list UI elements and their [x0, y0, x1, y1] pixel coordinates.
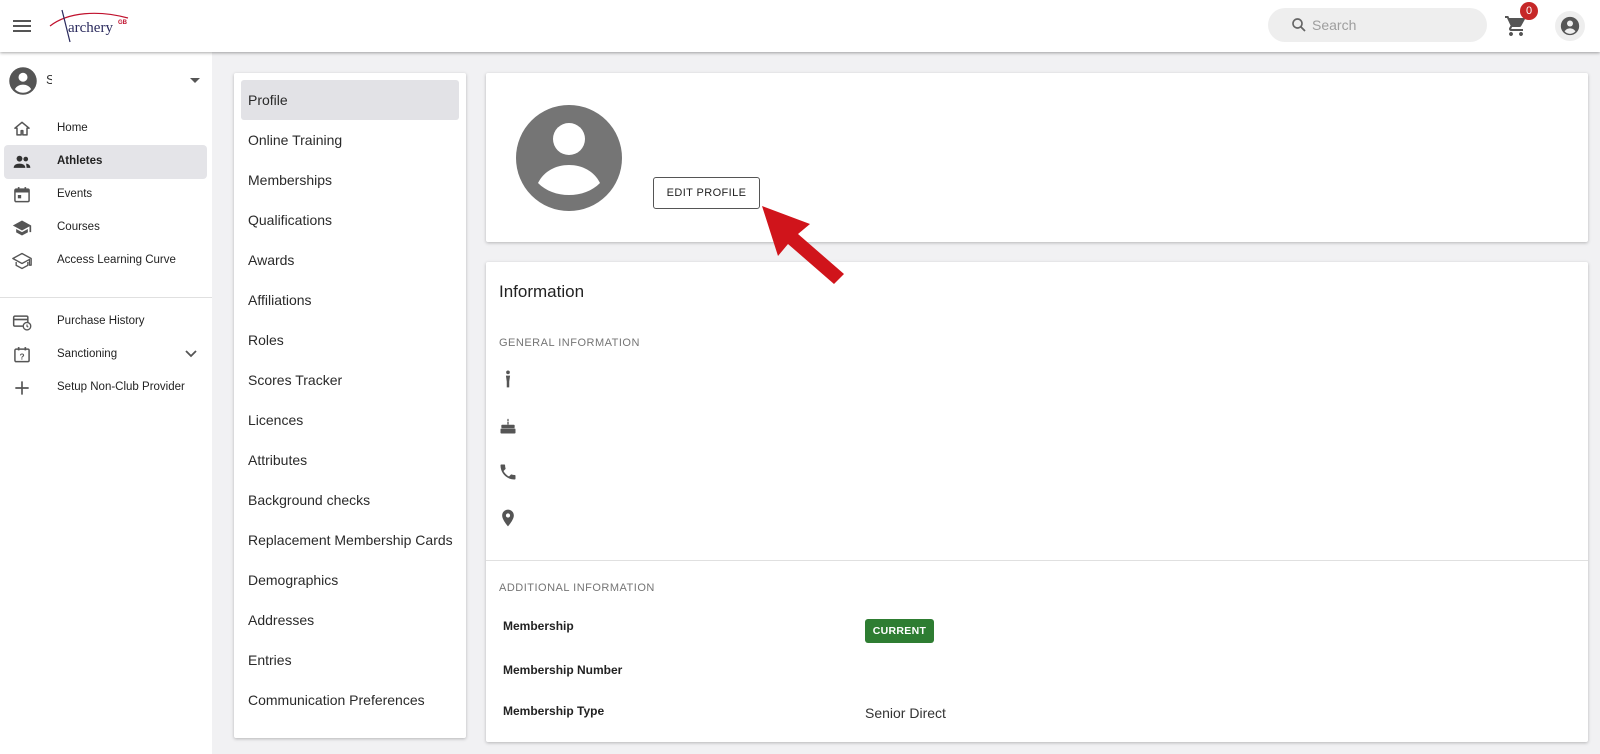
svg-text:?: ?	[19, 352, 24, 362]
section-divider	[486, 560, 1588, 561]
membership-label: Membership	[503, 619, 574, 633]
menu-item-label: Attributes	[248, 452, 308, 468]
profile-card: EDIT PROFILE	[486, 73, 1588, 242]
school-outline-icon	[12, 252, 32, 270]
nav-item-label: Courses	[57, 221, 100, 233]
purchase-history-icon	[12, 315, 32, 331]
home-icon	[14, 121, 30, 136]
menu-item-background-checks[interactable]: Background checks	[241, 480, 459, 520]
menu-item-label: Online Training	[248, 132, 343, 148]
menu-item-affiliations[interactable]: Affiliations	[241, 280, 459, 320]
menu-icon[interactable]	[10, 14, 34, 38]
menu-item-demographics[interactable]: Demographics	[241, 560, 459, 600]
nav-item-label: Sanctioning	[57, 348, 118, 360]
menu-item-awards[interactable]: Awards	[241, 240, 459, 280]
membership-type-label: Membership Type	[503, 704, 605, 718]
phone-icon	[500, 464, 516, 480]
profile-side-menu: Profile Online Training Memberships Qual…	[234, 73, 466, 738]
user-selector[interactable]: S	[6, 64, 206, 98]
membership-number-label: Membership Number	[503, 663, 623, 677]
school-icon	[12, 220, 32, 236]
menu-item-label: Replacement Membership Cards	[248, 532, 453, 548]
nav-item-purchase-history[interactable]: Purchase History	[4, 305, 207, 339]
nav-item-label: Setup Non-Club Provider	[57, 381, 185, 393]
menu-item-label: Qualifications	[248, 212, 333, 228]
nav-item-label: Events	[57, 188, 93, 200]
general-information-title: GENERAL INFORMATION	[499, 337, 640, 349]
membership-status-badge: CURRENT	[865, 619, 934, 643]
caret-down-icon[interactable]	[190, 78, 200, 83]
menu-item-addresses[interactable]: Addresses	[241, 600, 459, 640]
menu-item-communication-preferences[interactable]: Communication Preferences	[241, 680, 459, 720]
left-navigation: S Home Athletes Events Courses Access Le…	[0, 52, 212, 754]
menu-item-label: Profile	[248, 92, 288, 108]
nav-item-home[interactable]: Home	[4, 112, 207, 146]
cake-icon	[500, 418, 516, 434]
menu-item-label: Roles	[248, 332, 284, 348]
person-icon	[505, 370, 511, 388]
nav-item-athletes[interactable]: Athletes	[4, 145, 207, 179]
menu-item-label: Awards	[248, 252, 295, 268]
nav-divider	[0, 297, 212, 298]
account-button[interactable]	[1555, 11, 1585, 41]
menu-item-entries[interactable]: Entries	[241, 640, 459, 680]
menu-item-label: Addresses	[248, 612, 315, 628]
user-name: S	[46, 72, 52, 87]
location-pin-icon	[502, 509, 514, 527]
menu-item-label: Communication Preferences	[248, 692, 425, 708]
menu-item-profile[interactable]: Profile	[241, 80, 459, 120]
nav-item-sanctioning[interactable]: ? Sanctioning	[4, 338, 207, 372]
archery-gb-logo[interactable]: archery GB	[48, 8, 134, 44]
nav-item-label: Home	[57, 122, 88, 134]
information-title: Information	[499, 282, 585, 301]
menu-item-roles[interactable]: Roles	[241, 320, 459, 360]
information-card: Information GENERAL INFORMATION ADDITION…	[486, 262, 1588, 742]
chevron-down-icon[interactable]	[184, 349, 198, 359]
calendar-question-icon: ?	[14, 347, 30, 363]
menu-item-scores-tracker[interactable]: Scores Tracker	[241, 360, 459, 400]
menu-item-label: Scores Tracker	[248, 372, 343, 388]
menu-item-attributes[interactable]: Attributes	[241, 440, 459, 480]
calendar-icon	[14, 187, 30, 203]
logo-text: archery	[68, 20, 113, 36]
annotation-arrow-icon	[762, 206, 844, 284]
cart-count-badge: 0	[1520, 2, 1538, 20]
logo-suffix: GB	[118, 20, 127, 26]
nav-item-setup-non-club-provider[interactable]: Setup Non-Club Provider	[4, 371, 207, 405]
search-input[interactable]	[1312, 14, 1472, 36]
plus-icon	[15, 381, 29, 395]
top-app-bar: archery GB 0	[0, 0, 1600, 52]
menu-item-memberships[interactable]: Memberships	[241, 160, 459, 200]
profile-avatar-icon	[516, 105, 622, 211]
nav-item-events[interactable]: Events	[4, 178, 207, 212]
menu-item-label: Background checks	[248, 492, 371, 508]
edit-profile-button[interactable]: EDIT PROFILE	[653, 177, 760, 209]
nav-item-label: Purchase History	[57, 315, 145, 327]
menu-item-label: Licences	[248, 412, 304, 428]
menu-item-licences[interactable]: Licences	[241, 400, 459, 440]
user-avatar-icon	[9, 67, 37, 95]
menu-item-replacement-membership-cards[interactable]: Replacement Membership Cards	[241, 520, 459, 560]
nav-item-label: Access Learning Curve	[57, 254, 176, 266]
additional-information-title: ADDITIONAL INFORMATION	[499, 582, 655, 594]
menu-item-label: Affiliations	[248, 292, 312, 308]
nav-item-courses[interactable]: Courses	[4, 211, 207, 245]
people-icon	[13, 155, 31, 168]
search-icon	[1292, 18, 1306, 32]
menu-item-online-training[interactable]: Online Training	[241, 120, 459, 160]
menu-item-qualifications[interactable]: Qualifications	[241, 200, 459, 240]
menu-item-label: Demographics	[248, 572, 339, 588]
menu-item-label: Entries	[248, 652, 292, 668]
search-bar[interactable]	[1268, 8, 1487, 42]
nav-item-access-learning-curve[interactable]: Access Learning Curve	[4, 244, 207, 278]
nav-item-label: Athletes	[57, 155, 103, 167]
account-circle-icon	[1560, 16, 1580, 36]
menu-item-label: Memberships	[248, 172, 333, 188]
membership-type-value: Senior Direct	[865, 705, 946, 721]
